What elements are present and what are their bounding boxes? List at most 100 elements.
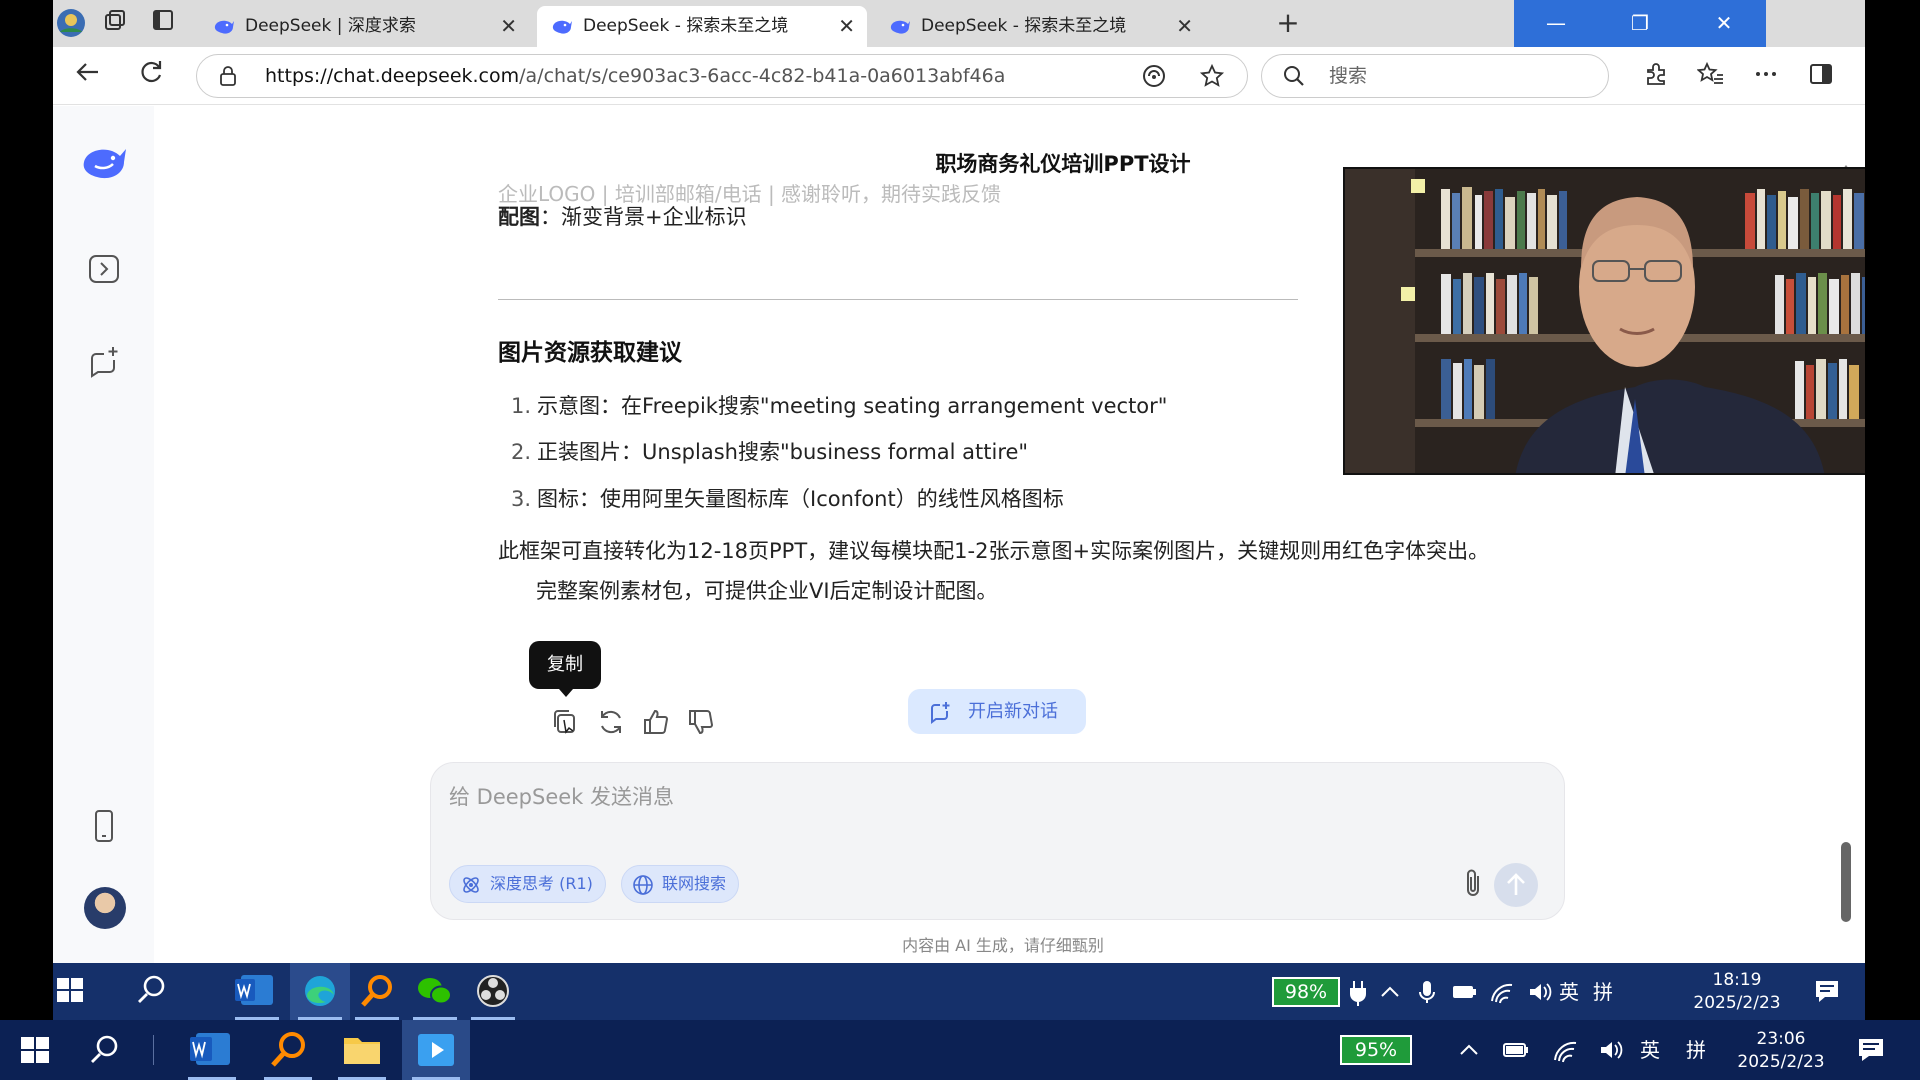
url-text[interactable]: https://chat.deepseek.com/a/chat/s/ce903… bbox=[265, 55, 1005, 97]
edge-taskbar-app[interactable] bbox=[290, 963, 350, 1020]
presenter-video-icon bbox=[1345, 169, 1865, 473]
search-icon[interactable] bbox=[135, 973, 169, 1007]
search-tool-taskbar-app[interactable] bbox=[347, 963, 407, 1020]
tab-deepseek-chat-active[interactable]: DeepSeek - 探索未至之境 ✕ bbox=[537, 6, 867, 47]
minimize-button[interactable]: — bbox=[1514, 0, 1598, 47]
list-item: 2. 正装图片：Unsplash搜索"business formal attire… bbox=[511, 436, 1028, 466]
battery-icon[interactable] bbox=[1451, 977, 1477, 1007]
ime-language[interactable]: 英 bbox=[1640, 1035, 1660, 1065]
new-chat-label: 开启新对话 bbox=[968, 701, 1058, 722]
windows-start-icon[interactable] bbox=[18, 1033, 52, 1067]
attach-paperclip-icon[interactable] bbox=[1458, 866, 1488, 902]
scrollbar-thumb[interactable] bbox=[1841, 842, 1851, 922]
wifi-icon[interactable] bbox=[1489, 977, 1515, 1007]
word-taskbar-app[interactable] bbox=[178, 1020, 246, 1080]
deepseek-favicon-icon bbox=[890, 20, 910, 34]
obs-taskbar-app[interactable] bbox=[463, 963, 523, 1020]
restore-button[interactable]: ❐ bbox=[1598, 0, 1682, 47]
thumbs-up-icon[interactable] bbox=[640, 706, 672, 738]
notification-icon[interactable] bbox=[1813, 977, 1841, 1007]
composer-placeholder: 给 DeepSeek 发送消息 bbox=[449, 785, 675, 809]
notification-icon[interactable] bbox=[1856, 1035, 1886, 1065]
list-number: 2. bbox=[511, 440, 532, 464]
search-tool-taskbar-app[interactable] bbox=[254, 1020, 322, 1080]
list-item: 1. 示意图：在Freepik搜索"meeting seating arrange… bbox=[511, 390, 1167, 420]
video-player-taskbar-app[interactable] bbox=[402, 1020, 470, 1080]
new-chat-icon[interactable] bbox=[86, 343, 122, 379]
obs-app-icon bbox=[477, 975, 509, 1007]
tab-close-icon[interactable]: ✕ bbox=[838, 6, 855, 47]
ime-mode[interactable]: 拼 bbox=[1593, 977, 1613, 1007]
reload-icon[interactable] bbox=[133, 58, 169, 94]
chevron-up-icon[interactable] bbox=[1378, 977, 1402, 1007]
collections-icon[interactable] bbox=[99, 8, 131, 40]
regenerate-icon[interactable] bbox=[595, 706, 627, 738]
sidebar-toggle-icon[interactable] bbox=[1805, 61, 1837, 93]
clock[interactable]: 18:19 2025/2/23 bbox=[1687, 969, 1787, 1015]
deepseek-logo-icon[interactable] bbox=[81, 140, 131, 184]
close-window-button[interactable]: ✕ bbox=[1682, 0, 1766, 47]
tab-deepseek-home[interactable]: DeepSeek | 深度求索 ✕ bbox=[199, 6, 529, 47]
vertical-tabs-icon[interactable] bbox=[147, 8, 179, 40]
battery-icon[interactable] bbox=[1502, 1035, 1530, 1065]
thumbs-down-icon[interactable] bbox=[685, 706, 717, 738]
deepseek-favicon-icon bbox=[552, 20, 572, 34]
extensions-icon[interactable] bbox=[1640, 61, 1672, 93]
battery-indicator[interactable]: 98% bbox=[1272, 977, 1340, 1007]
deep-think-label: 深度思考 (R1) bbox=[490, 874, 593, 893]
web-search-toggle[interactable]: 联网搜索 bbox=[621, 865, 740, 903]
favorite-star-icon[interactable] bbox=[1199, 63, 1225, 89]
tab-deepseek-chat-2[interactable]: DeepSeek - 探索未至之境 ✕ bbox=[875, 6, 1205, 47]
webcam-video-overlay bbox=[1343, 167, 1865, 475]
tab-title: DeepSeek - 探索未至之境 bbox=[921, 16, 1127, 36]
tab-close-icon[interactable]: ✕ bbox=[1176, 6, 1193, 47]
send-button[interactable] bbox=[1494, 863, 1538, 907]
clock-date: 2025/2/23 bbox=[1737, 1052, 1825, 1072]
illustration-line: 配图：渐变背景+企业标识 bbox=[498, 201, 747, 231]
volume-icon[interactable] bbox=[1598, 1035, 1626, 1065]
clock[interactable]: 23:06 2025/2/23 bbox=[1724, 1028, 1838, 1074]
deep-think-toggle[interactable]: 深度思考 (R1) bbox=[449, 865, 606, 903]
read-aloud-icon[interactable] bbox=[1141, 63, 1167, 89]
ime-mode[interactable]: 拼 bbox=[1686, 1035, 1706, 1065]
microphone-icon[interactable] bbox=[1415, 977, 1439, 1007]
new-chat-icon bbox=[931, 702, 950, 724]
tab-close-icon[interactable]: ✕ bbox=[500, 6, 517, 47]
web-search-box[interactable]: 搜索 bbox=[1261, 54, 1609, 98]
word-taskbar-app[interactable] bbox=[227, 963, 287, 1020]
windows-start-icon[interactable] bbox=[53, 973, 87, 1007]
chevron-up-icon[interactable] bbox=[1456, 1035, 1482, 1065]
ime-language[interactable]: 英 bbox=[1559, 977, 1579, 1007]
new-tab-button[interactable]: + bbox=[1271, 6, 1305, 40]
new-chat-button[interactable]: 开启新对话 bbox=[908, 689, 1086, 734]
file-explorer-taskbar-app[interactable] bbox=[328, 1020, 396, 1080]
list-text: 图标：使用阿里矢量图标库（Iconfont）的线性风格图标 bbox=[537, 487, 1064, 511]
user-avatar[interactable] bbox=[84, 887, 126, 929]
lock-icon[interactable] bbox=[217, 65, 239, 87]
message-composer[interactable]: 给 DeepSeek 发送消息 深度思考 (R1) 联网搜索 bbox=[430, 762, 1565, 920]
expand-sidebar-icon[interactable] bbox=[86, 251, 122, 287]
illustration-text: ：渐变背景+企业标识 bbox=[540, 205, 747, 229]
back-arrow-icon[interactable] bbox=[70, 58, 106, 94]
volume-icon[interactable] bbox=[1527, 977, 1553, 1007]
power-plug-icon[interactable] bbox=[1348, 977, 1368, 1007]
taskbar-divider bbox=[153, 1035, 154, 1065]
search-icon[interactable] bbox=[88, 1033, 122, 1067]
wifi-icon[interactable] bbox=[1552, 1035, 1580, 1065]
more-menu-icon[interactable] bbox=[1750, 61, 1782, 93]
word-app-icon bbox=[235, 975, 273, 1005]
copy-icon[interactable] bbox=[549, 706, 581, 738]
favorites-list-icon[interactable] bbox=[1695, 61, 1727, 93]
closing-paragraph-line2: 完整案例素材包，可提供企业VI后定制设计配图。 bbox=[536, 579, 998, 603]
browser-tab-strip: DeepSeek | 深度求索 ✕ DeepSeek - 探索未至之境 ✕ De… bbox=[53, 0, 1865, 47]
profile-avatar-icon[interactable] bbox=[55, 8, 87, 40]
list-item: 3. 图标：使用阿里矢量图标库（Iconfont）的线性风格图标 bbox=[511, 483, 1064, 513]
url-path: /a/chat/s/ce903ac3-6acc-4c82-b41a-0a6013… bbox=[519, 65, 1006, 87]
section-heading: 图片资源获取建议 bbox=[498, 340, 682, 366]
wechat-taskbar-app[interactable] bbox=[405, 963, 465, 1020]
copy-tooltip: 复制 bbox=[529, 641, 601, 697]
battery-indicator[interactable]: 95% bbox=[1340, 1035, 1412, 1065]
inner-taskbar: 98% 英 拼 18:19 2025/2/23 bbox=[53, 963, 1865, 1020]
mobile-app-icon[interactable] bbox=[86, 808, 122, 844]
address-bar[interactable]: https://chat.deepseek.com/a/chat/s/ce903… bbox=[196, 54, 1248, 98]
